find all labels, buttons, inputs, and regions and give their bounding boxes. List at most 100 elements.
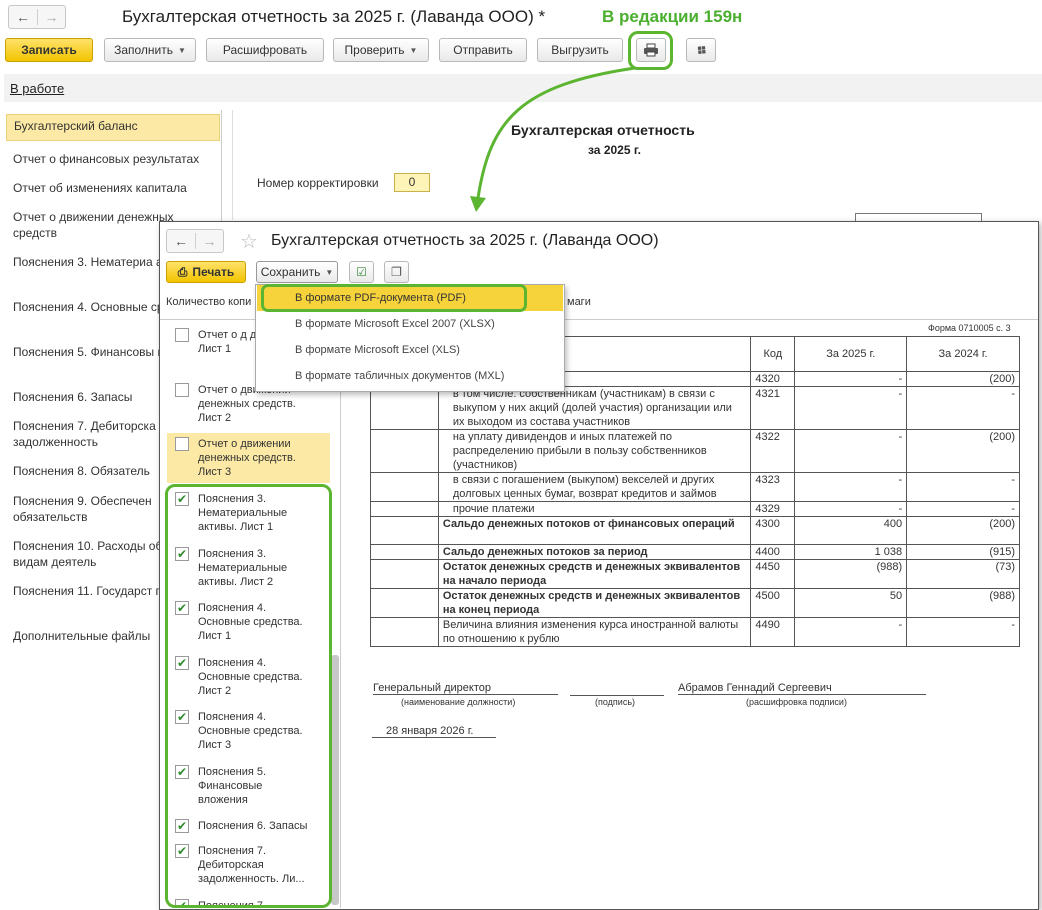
signature-caption: (подпись) bbox=[595, 697, 636, 707]
checkbox-icon[interactable] bbox=[175, 437, 189, 451]
fill-label: Заполнить bbox=[114, 43, 173, 57]
name-cell: в том числе: собственникам (участникам) … bbox=[437, 386, 752, 430]
export-button[interactable]: Выгрузить bbox=[537, 38, 623, 62]
value-2025-cell: - bbox=[794, 386, 908, 430]
forward-icon[interactable]: → bbox=[37, 9, 65, 25]
indent-cell bbox=[370, 588, 439, 618]
value-2025-cell: 50 bbox=[794, 588, 908, 618]
signature-position: Генеральный директор bbox=[373, 682, 558, 695]
indent-cell bbox=[370, 386, 439, 430]
form-code: Форма 0710005 с. 3 bbox=[928, 323, 1011, 333]
indent-cell bbox=[370, 544, 439, 560]
save-button[interactable]: Записать bbox=[5, 38, 93, 62]
forward-icon[interactable]: → bbox=[195, 233, 223, 249]
copy-icon: ❐ bbox=[391, 265, 402, 279]
copy-button[interactable]: ❐ bbox=[384, 261, 409, 283]
table-row: в связи с погашением (выкупом) векселей … bbox=[370, 472, 1020, 502]
paperclip-icon: ❖ bbox=[691, 39, 712, 60]
value-2024-cell: - bbox=[906, 472, 1020, 502]
copies-label: Количество копи bbox=[166, 296, 252, 308]
sidebar-item[interactable]: Бухгалтерский баланс bbox=[6, 114, 220, 141]
print-button[interactable]: ⎙ Печать bbox=[166, 261, 246, 283]
save-format-option[interactable]: В формате табличных документов (MXL) bbox=[257, 363, 563, 389]
signature-name: Абрамов Геннадий Сергеевич bbox=[678, 682, 926, 695]
value-2025-cell: - bbox=[794, 501, 908, 517]
code-cell: 4490 bbox=[750, 617, 796, 647]
signature-name-caption: (расшифровка подписи) bbox=[746, 697, 847, 707]
back-icon[interactable]: ← bbox=[9, 9, 37, 25]
code-cell: 4323 bbox=[750, 472, 796, 502]
table-row: Величина влияния изменения курса иностра… bbox=[370, 617, 1020, 647]
value-2024-cell: (915) bbox=[906, 544, 1020, 560]
value-2025-cell: 1 038 bbox=[794, 544, 908, 560]
dropdown-arrow-icon: ▼ bbox=[178, 45, 186, 55]
check-all-button[interactable]: ☑ bbox=[349, 261, 374, 283]
name-cell: Сальдо денежных потоков за период bbox=[437, 544, 752, 560]
print-button[interactable] bbox=[636, 38, 666, 62]
name-cell: на уплату дивидендов и иных платежей по … bbox=[437, 429, 752, 473]
name-cell: Сальдо денежных потоков от финансовых оп… bbox=[437, 516, 752, 545]
value-2025-cell: - bbox=[794, 429, 908, 473]
name-cell: Величина влияния изменения курса иностра… bbox=[437, 617, 752, 647]
indent-cell bbox=[370, 429, 439, 473]
code-cell: 4322 bbox=[750, 429, 796, 473]
table-row: Остаток денежных средств и денежных экви… bbox=[370, 588, 1020, 618]
code-cell: 4320 bbox=[750, 371, 796, 387]
code-cell: 4400 bbox=[750, 544, 796, 560]
name-cell: Остаток денежных средств и денежных экви… bbox=[437, 588, 752, 618]
value-2025-cell: - bbox=[794, 371, 908, 387]
correction-input[interactable]: 0 bbox=[394, 173, 430, 192]
table-row: Сальдо денежных потоков за период 4400 1 0… bbox=[370, 544, 1020, 560]
sections-scrollbar[interactable] bbox=[331, 655, 339, 905]
attach-button[interactable]: ❖ bbox=[686, 38, 716, 62]
fill-button[interactable]: Заполнить ▼ bbox=[104, 38, 196, 62]
save-as-button[interactable]: Сохранить ▼ bbox=[256, 261, 338, 283]
print-label: Печать bbox=[192, 265, 235, 279]
save-as-label: Сохранить bbox=[260, 265, 321, 279]
indent-cell bbox=[370, 472, 439, 502]
table-row: на уплату дивидендов и иных платежей по … bbox=[370, 429, 1020, 473]
status-link[interactable]: В работе bbox=[10, 81, 64, 96]
signature-date: 28 января 2026 г. bbox=[372, 725, 496, 738]
indent-cell bbox=[370, 559, 439, 589]
value-2025-cell: - bbox=[794, 617, 908, 647]
section-item[interactable]: Отчет о движении денежных средств. Лист … bbox=[167, 433, 330, 483]
value-2024-cell: - bbox=[906, 501, 1020, 517]
check-all-icon: ☑ bbox=[356, 265, 367, 279]
edition-note: В редакции 159н bbox=[602, 7, 743, 26]
code-cell: 4321 bbox=[750, 386, 796, 430]
checkbox-icon[interactable] bbox=[175, 328, 189, 342]
name-cell: в связи с погашением (выкупом) векселей … bbox=[437, 472, 752, 502]
pdf-option-highlight bbox=[261, 284, 527, 312]
check-button[interactable]: Проверить ▼ bbox=[333, 38, 429, 62]
check-label: Проверить bbox=[344, 43, 405, 57]
value-2024-cell: (200) bbox=[906, 516, 1020, 545]
printer-icon: ⎙ bbox=[177, 264, 188, 279]
save-format-option[interactable]: В формате Microsoft Excel (XLS) bbox=[257, 337, 563, 363]
star-icon[interactable]: ☆ bbox=[240, 229, 258, 254]
table-row: в том числе: собственникам (участникам) … bbox=[370, 386, 1020, 430]
correction-label: Номер корректировки bbox=[257, 176, 379, 190]
code-cell: 4500 bbox=[750, 588, 796, 618]
sidebar-item[interactable]: Отчет о финансовых результатах bbox=[6, 148, 220, 170]
value-2025-cell: - bbox=[794, 472, 908, 502]
table-row: Сальдо денежных потоков от финансовых оп… bbox=[370, 516, 1020, 545]
col-2024-header: За 2024 г. bbox=[906, 336, 1020, 372]
sidebar-item[interactable]: Отчет об изменениях капитала bbox=[6, 177, 220, 199]
code-cell: 4450 bbox=[750, 559, 796, 589]
send-button[interactable]: Отправить bbox=[439, 38, 527, 62]
value-2024-cell: - bbox=[906, 386, 1020, 430]
checkbox-icon[interactable] bbox=[175, 383, 189, 397]
save-format-option[interactable]: В формате Microsoft Excel 2007 (XLSX) bbox=[257, 311, 563, 337]
name-cell: Остаток денежных средств и денежных экви… bbox=[437, 559, 752, 589]
name-cell: прочие платежи bbox=[437, 501, 752, 517]
code-cell: 4300 bbox=[750, 516, 796, 545]
indent-cell bbox=[370, 617, 439, 647]
decode-button[interactable]: Расшифровать bbox=[206, 38, 324, 62]
dropdown-arrow-icon: ▼ bbox=[409, 45, 418, 55]
arrow-annotation bbox=[470, 66, 636, 212]
value-2024-cell: (988) bbox=[906, 588, 1020, 618]
back-icon[interactable]: ← bbox=[167, 233, 195, 249]
col-2025-header: За 2025 г. bbox=[794, 336, 908, 372]
print-window-title: Бухгалтерская отчетность за 2025 г. (Лав… bbox=[271, 232, 659, 249]
